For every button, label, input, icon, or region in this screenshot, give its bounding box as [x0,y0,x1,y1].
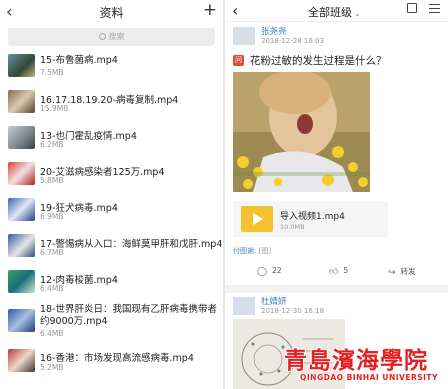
share-button[interactable]: ↪ 转发 [388,266,416,278]
video-thumbnail [8,90,35,113]
video-thumbnail [8,349,35,372]
video-attachment[interactable]: 导入视频1.mp4 10.0MB [233,201,388,237]
file-name: 17-警惕病从入口：海鲜莫甲肝和戊肝.mp4 [40,239,223,250]
files-header: ‹ 资料 + [0,0,223,24]
file-size: 6.7MB [40,248,64,257]
add-icon[interactable]: + [203,0,217,20]
post-author[interactable]: 张尧尧 [261,25,287,37]
search-placeholder: 搜索 [108,32,125,41]
menu-icon[interactable] [429,4,440,13]
file-item[interactable]: 19-狂犬病毒.mp4 6.9MB [0,194,223,230]
question-text: 花粉过敏的发生过程是什么？ [250,55,387,67]
video-thumbnail [8,54,35,77]
post-date: 2018-12-28 16:03 [261,37,325,45]
file-item[interactable]: 15-布鲁菌病.mp4 7.5MB [0,50,223,86]
file-item[interactable]: 18-世界肝炎日：我国现有乙肝病毒携带者约9000万.mp4 6.4MB [0,301,223,345]
page-title: 资料 [99,6,124,20]
search-input[interactable]: 搜索 [8,28,215,46]
feed-header: ‹ 全部班级 ⌄ [225,0,448,22]
comment-icon: ◯ [257,267,268,277]
back-icon[interactable]: ‹ [232,1,238,20]
share-label: 转发 [400,267,416,276]
file-size: 7.5MB [40,68,64,77]
video-size: 10.0MB [280,223,305,231]
class-selector[interactable]: 全部班级 ⌄ [308,4,361,20]
file-size: 5.8MB [40,176,64,185]
file-size: 6.2MB [40,140,64,149]
avatar[interactable] [233,27,255,45]
question-tag: 问 [233,55,244,66]
class-selector-label: 全部班级 [308,6,352,19]
edit-icon[interactable] [407,3,417,13]
video-thumbnail [8,162,35,185]
post-photo[interactable] [233,72,370,192]
file-item[interactable]: 16-香港：市场发现高流感病毒.mp4 5.2MB [0,345,223,381]
attachment-label: 付图谢: [233,247,257,255]
comment-button[interactable]: ◯ 22 [257,266,282,277]
file-size: 6.4MB [40,329,64,338]
file-item[interactable]: 12-肉毒梭菌.mp4 6.4MB [0,266,223,302]
video-name: 导入视频1.mp4 [280,212,345,222]
class-feed-panel: ‹ 全部班级 ⌄ 张尧尧 2018-12-28 16:03 问 花粉过敏的发生过程… [225,0,448,389]
file-size: 5.2MB [40,363,64,372]
file-name: 16-香港：市场发现高流感病毒.mp4 [40,353,194,364]
file-item[interactable]: 16.17.18.19.20-病毒复制.mp4 15.9MB [0,86,223,122]
file-name: 15-布鲁菌病.mp4 [40,55,118,66]
share-icon: ↪ [388,268,396,278]
file-size: 6.4MB [40,284,64,293]
post-separator [225,285,448,293]
comment-count: 22 [272,266,282,275]
play-icon[interactable] [241,206,273,232]
like-button[interactable]: 👍︎ 5 [329,266,348,277]
attachment-value[interactable]: [图] [259,247,271,255]
files-panel: ‹ 资料 + 搜索 15-布鲁菌病.mp4 7.5MB 16.17.18.19.… [0,0,223,389]
watermark-english: QINGDAO BINHAI UNIVERSITY [300,373,438,382]
post-author[interactable]: 杜婧妍 [261,295,287,307]
avatar[interactable] [233,297,255,315]
video-thumbnail [8,126,35,149]
file-item[interactable]: 20-艾滋病感染者125万.mp4 5.8MB [0,158,223,194]
post-date: 2018-12-30 16:18 [261,307,325,315]
file-item[interactable]: 13-也门霍乱疫情.mp4 6.2MB [0,122,223,158]
video-thumbnail [8,309,35,332]
post-actions: ◯ 22 👍︎ 5 ↪ 转发 [225,262,448,280]
attachment-line: 付图谢: [图] [233,246,271,256]
university-watermark: 青島濱海學院 QINGDAO BINHAI UNIVERSITY [282,341,448,387]
video-thumbnail [8,234,35,257]
thumbs-up-icon: 👍︎ [329,267,339,277]
like-count: 5 [343,266,349,275]
video-thumbnail [8,198,35,221]
child-sneezing-illustration [233,72,370,192]
file-size: 6.9MB [40,212,64,221]
video-thumbnail [8,270,35,293]
search-icon [98,33,106,40]
chevron-down-icon: ⌄ [354,9,361,18]
file-name: 18-世界肝炎日：我国现有乙肝病毒携带者约9000万.mp4 [40,304,218,327]
screen: ‹ 资料 + 搜索 15-布鲁菌病.mp4 7.5MB 16.17.18.19.… [0,0,448,389]
file-item[interactable]: 17-警惕病从入口：海鲜莫甲肝和戊肝.mp4 6.7MB [0,230,223,266]
watermark-chinese: 青島濱海學院 [284,347,428,374]
file-size: 15.9MB [40,104,69,113]
